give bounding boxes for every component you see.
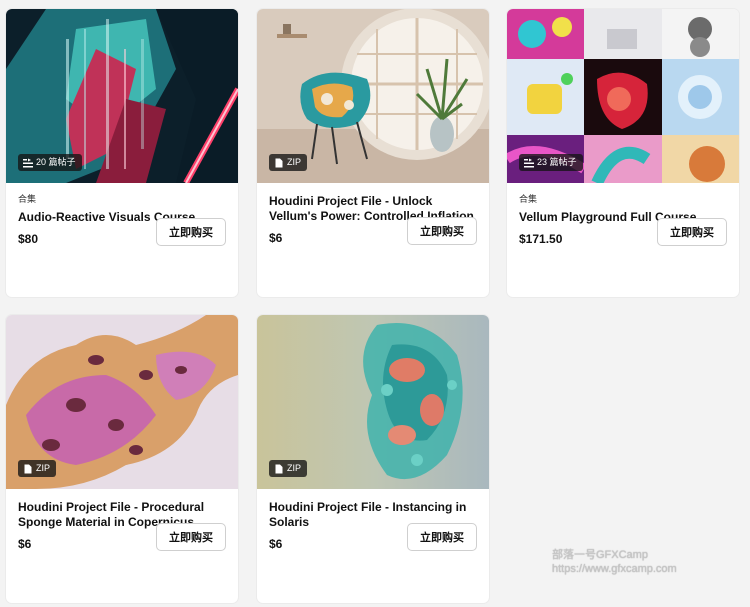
list-icon: [524, 158, 534, 167]
badge-label: ZIP: [36, 463, 51, 473]
watermark: 部落一号GFXCamp https://www.gfxcamp.com: [552, 548, 677, 576]
file-icon: [275, 464, 283, 473]
file-type-badge: ZIP: [18, 460, 57, 477]
file-type-badge: ZIP: [269, 154, 308, 171]
post-count-badge: 23 篇帖子: [519, 154, 583, 171]
badge-label: 20 篇帖子: [36, 157, 76, 167]
file-icon: [275, 158, 283, 167]
product-card[interactable]: 20 篇帖子 合集 Audio-Reactive Visuals Course …: [6, 9, 238, 297]
file-type-badge: ZIP: [269, 460, 308, 477]
product-kind: 合集: [519, 194, 538, 204]
file-icon: [24, 464, 32, 473]
product-card[interactable]: ZIP Houdini Project File - Unlock Vellum…: [257, 9, 489, 297]
product-thumbnail[interactable]: 20 篇帖子: [6, 9, 238, 183]
badge-label: 23 篇帖子: [537, 157, 577, 167]
buy-now-button[interactable]: 立即购买: [657, 218, 727, 246]
badge-label: ZIP: [287, 157, 302, 167]
product-thumbnail[interactable]: 23 篇帖子: [507, 9, 739, 183]
product-card[interactable]: ZIP Houdini Project File - Instancing in…: [257, 315, 489, 603]
watermark-line2: https://www.gfxcamp.com: [552, 563, 677, 575]
product-thumbnail[interactable]: ZIP: [257, 9, 489, 183]
product-card[interactable]: ZIP Houdini Project File - Procedural Sp…: [6, 315, 238, 603]
badge-label: ZIP: [287, 463, 302, 473]
watermark-line1: 部落一号GFXCamp: [552, 549, 648, 561]
product-card[interactable]: 23 篇帖子 合集 Vellum Playground Full Course …: [507, 9, 739, 297]
buy-now-button[interactable]: 立即购买: [156, 218, 226, 246]
list-icon: [23, 158, 33, 167]
post-count-badge: 20 篇帖子: [18, 154, 82, 171]
product-thumbnail[interactable]: ZIP: [257, 315, 489, 489]
buy-now-button[interactable]: 立即购买: [407, 217, 477, 245]
product-thumbnail[interactable]: ZIP: [6, 315, 238, 489]
buy-now-button[interactable]: 立即购买: [407, 523, 477, 551]
buy-now-button[interactable]: 立即购买: [156, 523, 226, 551]
product-kind: 合集: [18, 194, 37, 204]
